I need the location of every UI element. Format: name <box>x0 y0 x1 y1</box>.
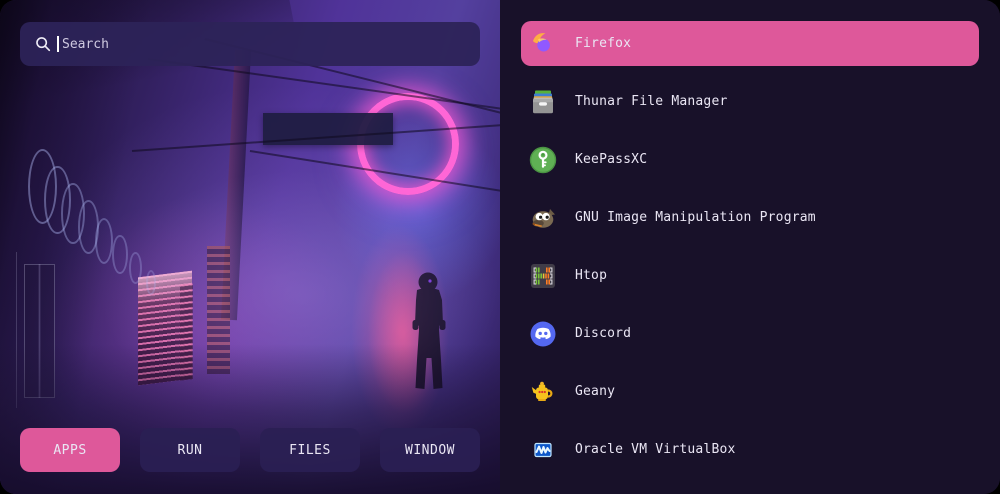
firefox-icon <box>529 30 557 58</box>
tab-files[interactable]: FILES <box>260 428 360 472</box>
app-label: GNU Image Manipulation Program <box>575 210 816 225</box>
text-caret <box>57 36 59 52</box>
gimp-icon <box>529 204 557 232</box>
virtualbox-icon <box>529 436 557 464</box>
app-label: Discord <box>575 326 631 341</box>
list-item-firefox[interactable]: Firefox <box>521 21 979 66</box>
tab-window[interactable]: WINDOW <box>380 428 480 472</box>
app-label: Oracle VM VirtualBox <box>575 442 736 457</box>
app-label: Htop <box>575 268 607 283</box>
htop-icon <box>529 262 557 290</box>
discord-icon <box>529 320 557 348</box>
list-item-keepassxc[interactable]: KeePassXC <box>521 137 979 182</box>
tab-label: RUN <box>178 443 203 458</box>
tab-label: APPS <box>53 443 86 458</box>
list-item-discord[interactable]: Discord <box>521 311 979 356</box>
search-bar[interactable] <box>20 22 480 66</box>
app-label: Firefox <box>575 36 631 51</box>
search-icon <box>34 35 52 53</box>
left-pane: APPS RUN FILES WINDOW <box>0 0 500 494</box>
background-image <box>0 0 500 494</box>
keepassxc-icon <box>529 146 557 174</box>
app-label: Geany <box>575 384 615 399</box>
list-item-oracle-vm-virtualbox[interactable]: Oracle VM VirtualBox <box>521 427 979 472</box>
list-item-geany[interactable]: Geany <box>521 369 979 414</box>
app-label: Thunar File Manager <box>575 94 728 109</box>
list-item-htop[interactable]: Htop <box>521 253 979 298</box>
right-pane: Firefox Thunar File Manager KeePassXC GN… <box>500 0 1000 494</box>
list-item-gnu-image-manipulation-program[interactable]: GNU Image Manipulation Program <box>521 195 979 240</box>
app-launcher-window: APPS RUN FILES WINDOW Firefox Thunar Fil… <box>0 0 1000 494</box>
app-label: KeePassXC <box>575 152 647 167</box>
search-input[interactable] <box>62 37 466 52</box>
tab-apps[interactable]: APPS <box>20 428 120 472</box>
thunar-icon <box>529 88 557 116</box>
tab-label: WINDOW <box>405 443 455 458</box>
tab-bar: APPS RUN FILES WINDOW <box>0 428 500 494</box>
app-list: Firefox Thunar File Manager KeePassXC GN… <box>521 21 979 472</box>
geany-icon <box>529 378 557 406</box>
tab-run[interactable]: RUN <box>140 428 240 472</box>
list-item-thunar-file-manager[interactable]: Thunar File Manager <box>521 79 979 124</box>
tab-label: FILES <box>289 443 331 458</box>
